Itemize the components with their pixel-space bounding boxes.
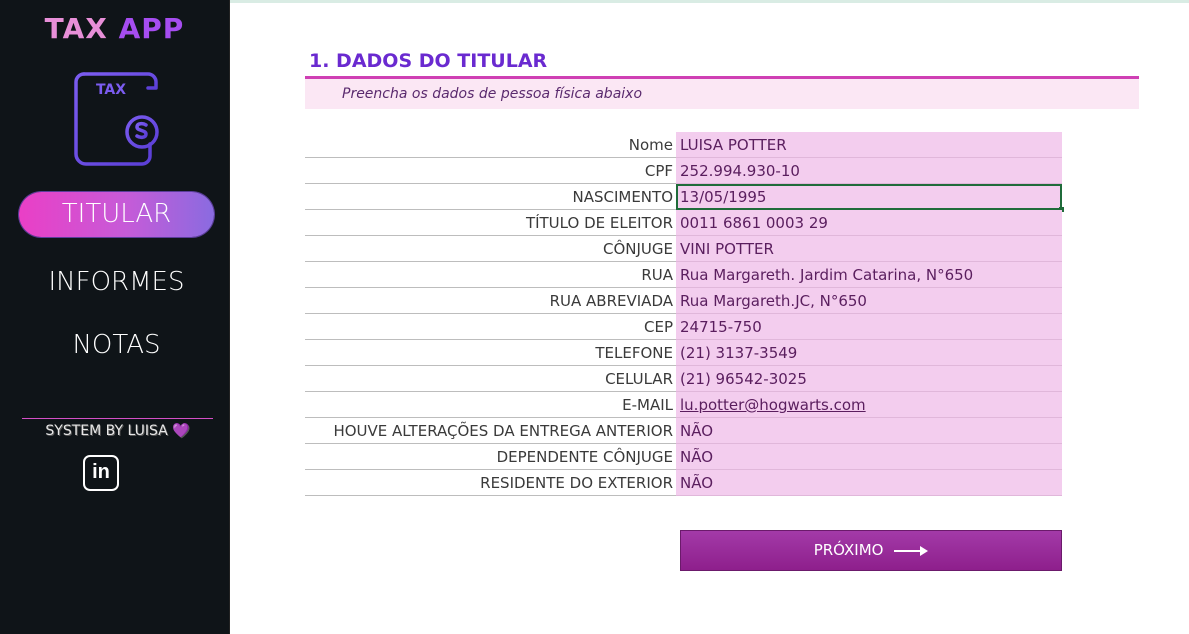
arrow-right-icon: [894, 545, 929, 556]
sidebar-divider: [22, 418, 213, 419]
form-row-rua-abreviada: RUA ABREVIADA Rua Margareth.JC, N°650: [305, 288, 1062, 314]
credit-label: SYSTEM BY LUISA: [45, 423, 168, 439]
dependent-spouse-field[interactable]: NÃO: [676, 444, 1062, 470]
sidebar: TAX APP TAX TITULAR INFORMES NOTAS SYSTE…: [0, 0, 230, 634]
phone-field[interactable]: (21) 3137-3549: [676, 340, 1062, 366]
field-label: CPF: [305, 158, 676, 184]
next-button[interactable]: PRÓXIMO: [680, 530, 1062, 571]
holder-form: Nome LUISA POTTER CPF 252.994.930-10 NAS…: [305, 132, 1064, 496]
next-button-label: PRÓXIMO: [813, 541, 884, 559]
form-row-nome: Nome LUISA POTTER: [305, 132, 1062, 158]
voter-id-field[interactable]: 0011 6861 0003 29: [676, 210, 1062, 236]
purple-heart-icon: 💜: [172, 423, 190, 439]
nav-item-titular[interactable]: TITULAR: [19, 192, 214, 237]
name-field[interactable]: LUISA POTTER: [676, 132, 1062, 158]
field-label: TELEFONE: [305, 340, 676, 366]
tax-icon-text: TAX: [96, 82, 126, 98]
form-row-residente-exterior: RESIDENTE DO EXTERIOR NÃO: [305, 470, 1062, 496]
logo-part1: TAX: [44, 12, 108, 45]
logo-part2: APP: [118, 12, 185, 45]
field-label: RESIDENTE DO EXTERIOR: [305, 470, 676, 496]
form-row-celular: CELULAR (21) 96542-3025: [305, 366, 1062, 392]
cpf-field[interactable]: 252.994.930-10: [676, 158, 1062, 184]
form-row-rua: RUA Rua Margareth. Jardim Catarina, N°65…: [305, 262, 1062, 288]
tax-document-icon: TAX: [74, 72, 159, 166]
nav-item-informes[interactable]: INFORMES: [19, 260, 214, 305]
field-label: TÍTULO DE ELEITOR: [305, 210, 676, 236]
form-row-alteracoes: HOUVE ALTERAÇÕES DA ENTREGA ANTERIOR NÃO: [305, 418, 1062, 444]
field-label: Nome: [305, 132, 676, 158]
form-row-email: E-MAIL lu.potter@hogwarts.com: [305, 392, 1062, 418]
street-short-field[interactable]: Rua Margareth.JC, N°650: [676, 288, 1062, 314]
mobile-field[interactable]: (21) 96542-3025: [676, 366, 1062, 392]
field-label: E-MAIL: [305, 392, 676, 418]
form-row-cpf: CPF 252.994.930-10: [305, 158, 1062, 184]
field-label: CEP: [305, 314, 676, 340]
resident-abroad-field[interactable]: NÃO: [676, 470, 1062, 496]
email-link[interactable]: lu.potter@hogwarts.com: [680, 396, 866, 414]
field-label: HOUVE ALTERAÇÕES DA ENTREGA ANTERIOR: [305, 418, 676, 444]
spouse-field[interactable]: VINI POTTER: [676, 236, 1062, 262]
field-label: RUA ABREVIADA: [305, 288, 676, 314]
form-row-cep: CEP 24715-750: [305, 314, 1062, 340]
changes-field[interactable]: NÃO: [676, 418, 1062, 444]
zip-field[interactable]: 24715-750: [676, 314, 1062, 340]
section-title: 1. DADOS DO TITULAR: [309, 50, 548, 72]
street-field[interactable]: Rua Margareth. Jardim Catarina, N°650: [676, 262, 1062, 288]
field-label: RUA: [305, 262, 676, 288]
form-row-telefone: TELEFONE (21) 3137-3549: [305, 340, 1062, 366]
field-label: NASCIMENTO: [305, 184, 676, 210]
form-row-conjuge: CÔNJUGE VINI POTTER: [305, 236, 1062, 262]
section-subtitle: Preencha os dados de pessoa física abaix…: [342, 86, 643, 102]
linkedin-icon[interactable]: in: [83, 455, 119, 491]
field-label: CÔNJUGE: [305, 236, 676, 262]
field-label: DEPENDENTE CÔNJUGE: [305, 444, 676, 470]
subtitle-bar: Preencha os dados de pessoa física abaix…: [305, 79, 1139, 109]
credit-text: SYSTEM BY LUISA 💜: [22, 423, 213, 439]
email-field[interactable]: lu.potter@hogwarts.com: [676, 392, 1062, 418]
form-row-nascimento: NASCIMENTO 13/05/1995: [305, 184, 1064, 212]
field-label: CELULAR: [305, 366, 676, 392]
birthdate-field[interactable]: 13/05/1995: [676, 184, 1062, 210]
form-row-titulo-eleitor: TÍTULO DE ELEITOR 0011 6861 0003 29: [305, 210, 1062, 236]
nav-item-notas[interactable]: NOTAS: [19, 323, 214, 368]
app-logo-title: TAX APP: [0, 12, 229, 45]
form-row-dependente-conjuge: DEPENDENTE CÔNJUGE NÃO: [305, 444, 1062, 470]
